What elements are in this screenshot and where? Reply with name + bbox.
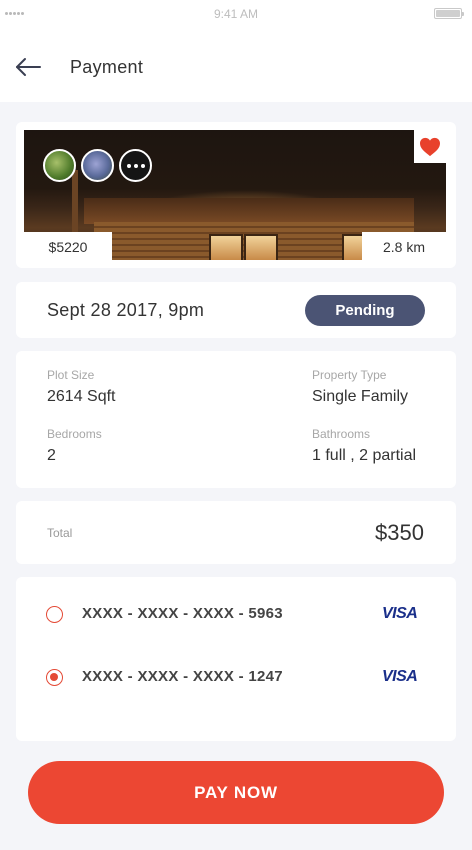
total-label: Total [47, 526, 73, 540]
status-bar: 9:41 AM [0, 0, 472, 30]
payment-methods-card: XXXX - XXXX - XXXX - 5963 VISA XXXX - XX… [16, 577, 456, 741]
more-avatars-button[interactable] [119, 149, 152, 182]
pay-now-button[interactable]: PAY NOW [28, 761, 444, 824]
app-header: Payment [0, 30, 472, 102]
page-title: Payment [70, 57, 144, 77]
bathrooms-detail: Bathrooms 1 full , 2 partial [312, 427, 416, 465]
payment-method-option[interactable]: XXXX - XXXX - XXXX - 1247 VISA [16, 652, 456, 702]
radio-button[interactable] [46, 606, 63, 623]
status-time: 9:41 AM [213, 7, 259, 21]
plot-size-value: 2614 Sqft [47, 388, 116, 405]
booking-date-card: Sept 28 2017, 9pm Pending [16, 282, 456, 338]
property-type-value: Single Family [312, 388, 409, 405]
status-badge: Pending [305, 295, 425, 326]
card-number: XXXX - XXXX - XXXX - 5963 [82, 605, 283, 622]
property-details-card: Plot Size 2614 Sqft Property Type Single… [16, 351, 456, 488]
bedrooms-label: Bedrooms [47, 427, 102, 441]
radio-button[interactable] [46, 669, 63, 686]
visa-logo: VISA [382, 605, 418, 622]
favorite-button[interactable] [414, 130, 446, 163]
property-type-detail: Property Type Single Family [312, 368, 408, 406]
plot-size-detail: Plot Size 2614 Sqft [47, 368, 116, 406]
property-type-label: Property Type [312, 368, 387, 382]
avatar[interactable] [81, 149, 114, 182]
bedrooms-detail: Bedrooms 2 [47, 427, 102, 465]
price-tag: $5220 [24, 232, 112, 262]
total-card: Total $350 [16, 501, 456, 564]
visa-logo: VISA [382, 668, 418, 685]
bathrooms-value: 1 full , 2 partial [312, 447, 417, 464]
property-card[interactable]: $5220 2.8 km [16, 122, 456, 268]
bedrooms-value: 2 [47, 447, 56, 464]
distance-tag: 2.8 km [362, 232, 446, 262]
payment-method-option[interactable]: XXXX - XXXX - XXXX - 5963 VISA [16, 589, 456, 639]
avatar[interactable] [43, 149, 76, 182]
booking-date: Sept 28 2017, 9pm [47, 300, 205, 320]
card-number: XXXX - XXXX - XXXX - 1247 [82, 668, 283, 685]
arrow-left-icon [16, 58, 41, 76]
back-button[interactable] [12, 52, 46, 82]
plot-size-label: Plot Size [47, 368, 95, 382]
total-amount: $350 [375, 520, 424, 545]
heart-icon [420, 137, 440, 156]
battery-icon [434, 8, 464, 19]
bathrooms-label: Bathrooms [312, 427, 371, 441]
